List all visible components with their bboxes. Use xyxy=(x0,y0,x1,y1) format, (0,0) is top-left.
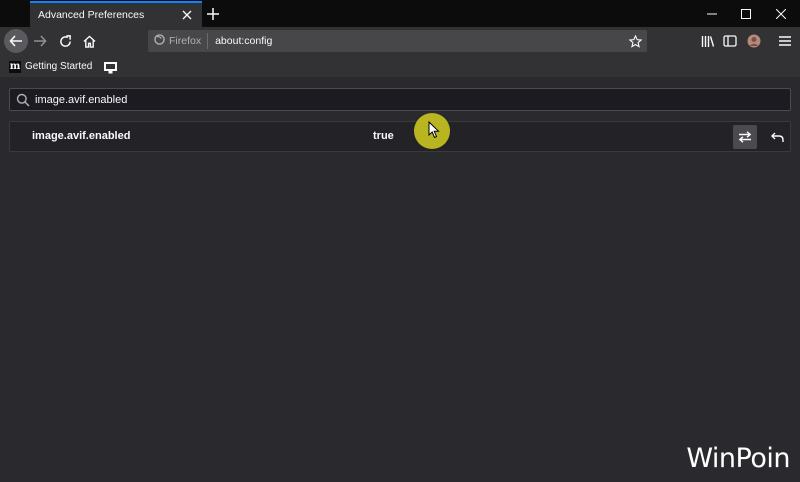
minimize-button[interactable] xyxy=(695,0,729,27)
preference-value[interactable]: true xyxy=(373,130,394,142)
search-input[interactable] xyxy=(35,89,790,110)
bookmark-star-icon[interactable] xyxy=(625,31,645,51)
library-button[interactable] xyxy=(696,29,720,53)
url-text[interactable]: about:config xyxy=(215,35,625,47)
identity-label: Firefox xyxy=(169,35,202,47)
back-button[interactable] xyxy=(4,29,28,53)
preference-name: image.avif.enabled xyxy=(32,130,131,142)
tab-title: Advanced Preferences xyxy=(38,9,145,21)
bookmark-getting-started[interactable]: m Getting Started xyxy=(9,60,93,73)
tab-strip: Advanced Preferences xyxy=(0,0,800,27)
close-icon[interactable] xyxy=(180,8,194,22)
mouse-pointer-icon xyxy=(428,121,440,139)
menu-button[interactable] xyxy=(773,29,797,53)
watermark-logo: WinPoin xyxy=(686,443,790,474)
preference-row[interactable]: image.avif.enabled true xyxy=(9,121,791,152)
forward-button[interactable] xyxy=(28,29,52,53)
toggle-button[interactable] xyxy=(733,125,757,149)
new-tab-button[interactable] xyxy=(203,4,223,24)
navigation-toolbar: Firefox about:config xyxy=(0,27,800,56)
monitor-icon[interactable] xyxy=(104,61,118,73)
reset-button[interactable] xyxy=(765,125,789,149)
home-button[interactable] xyxy=(77,29,101,53)
firefox-logo-icon xyxy=(154,32,165,50)
about-config-page: image.avif.enabled true xyxy=(0,77,800,482)
address-bar[interactable]: Firefox about:config xyxy=(148,30,647,52)
reload-button[interactable] xyxy=(53,29,77,53)
account-avatar[interactable] xyxy=(742,29,766,53)
preference-search-box[interactable] xyxy=(9,88,791,111)
sidebar-button[interactable] xyxy=(718,29,742,53)
bookmarks-toolbar: m Getting Started xyxy=(0,56,800,77)
identity-box[interactable]: Firefox xyxy=(148,32,209,50)
tab-advanced-preferences[interactable]: Advanced Preferences xyxy=(30,1,202,27)
bookmark-label: Getting Started xyxy=(25,61,93,72)
maximize-button[interactable] xyxy=(729,0,763,27)
mdn-m-icon: m xyxy=(9,60,21,73)
search-icon xyxy=(16,93,30,107)
window-close-button[interactable] xyxy=(764,0,798,27)
